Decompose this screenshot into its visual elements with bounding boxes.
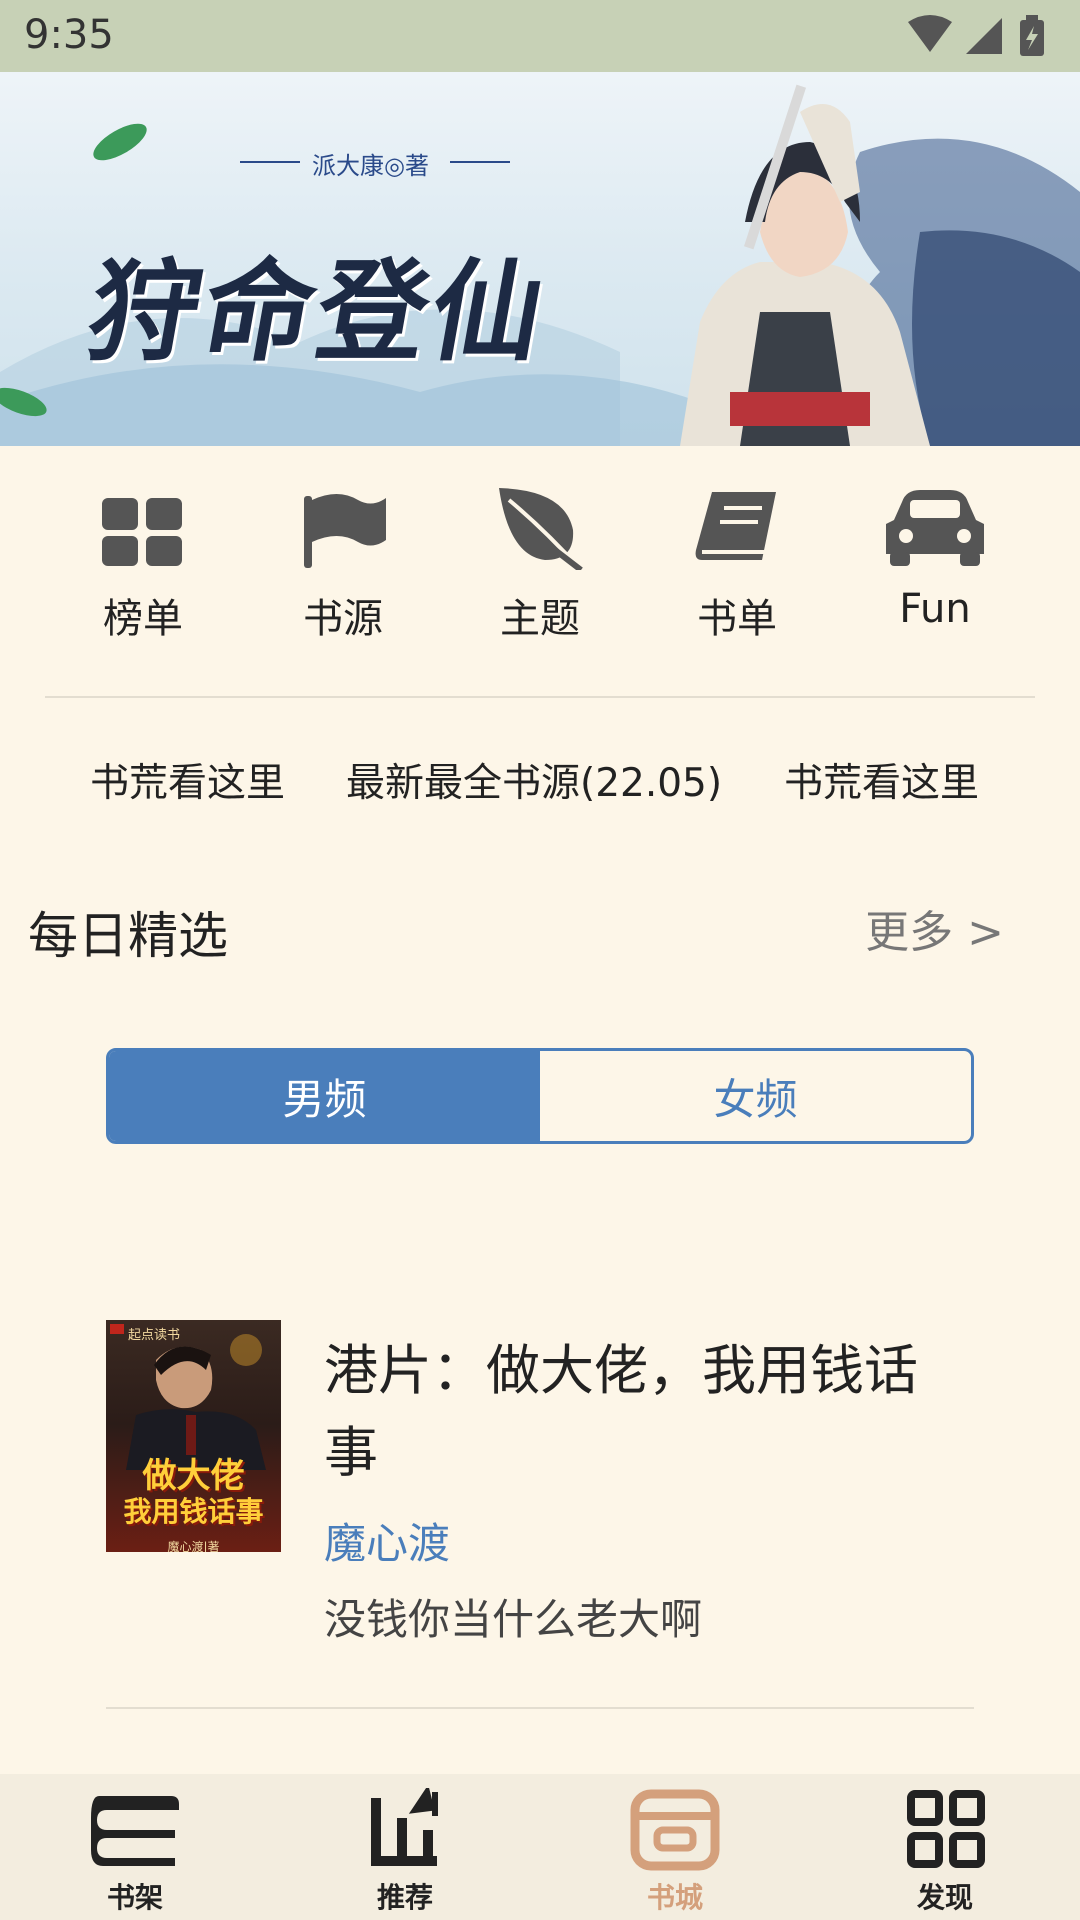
book-title[interactable]: 港片：做大佬，我用钱话事 [324,1330,944,1494]
status-time: 9:35 [24,12,114,58]
grid-icon [102,498,182,566]
store-icon [630,1789,720,1871]
wifi-icon [908,15,952,52]
signal-icon [966,18,1002,54]
book-cover[interactable]: 起点读书 做大佬 我用钱话事 魔心渡|著 [106,1320,281,1552]
divider [106,1707,974,1709]
section-title: 每日精选 [28,907,228,965]
banner-author: 派大康◎著 [312,152,429,180]
promo-banner[interactable]: 派大康◎著 狩命登仙 [0,72,1080,446]
source-link[interactable]: 最新最全书源(22.05) [346,752,722,808]
bottom-nav-label: 推荐 [376,1881,433,1914]
tab-female[interactable]: 女频 [540,1051,971,1141]
recommend-icon [371,1788,438,1866]
quick-nav: 榜单 书源 主题 书单 Fun [0,480,1080,660]
bookshelf-icon [91,1796,179,1866]
status-bar: 9:35 [0,0,1080,72]
car-icon [886,490,984,566]
status-icons [908,15,1044,56]
source-links: 书荒看这里 最新最全书源(22.05) 书荒看这里 [0,752,1080,812]
gender-tabs: 男频 女频 [106,1048,974,1144]
more-link[interactable]: 更多 > [865,896,1004,960]
book-description: 没钱你当什么老大啊 [324,1595,703,1644]
cover-author: 魔心渡|著 [167,1540,220,1552]
bottom-nav-store[interactable]: 书城 [575,1788,775,1918]
bottom-nav-label: 书城 [646,1881,703,1914]
book-author[interactable]: 魔心渡 [324,1510,450,1571]
quick-nav-ranking[interactable]: 榜单 [63,480,223,660]
book-list-item[interactable]: 起点读书 做大佬 我用钱话事 魔心渡|著 港片：做大佬，我用钱话事 魔心渡 没钱… [106,1320,974,1644]
quick-nav-source[interactable]: 书源 [263,480,423,660]
bottom-nav-label: 发现 [916,1881,973,1914]
quick-nav-label: 书源 [303,596,383,642]
bottom-nav-recommend[interactable]: 推荐 [305,1788,505,1918]
quick-nav-fun[interactable]: Fun [855,480,1015,660]
tab-male[interactable]: 男频 [109,1051,540,1141]
quick-nav-label: Fun [899,586,971,632]
cover-brand: 起点读书 [128,1328,181,1343]
source-link[interactable]: 书荒看这里 [90,752,285,808]
quick-nav-label: 书单 [697,596,777,642]
quick-nav-label: 主题 [500,596,580,642]
divider [45,696,1035,698]
cover-title-line: 我用钱话事 [123,1495,264,1528]
bottom-nav: 书架 推荐 书城 发现 [0,1774,1080,1920]
book-icon [695,492,776,560]
cover-title-line: 做大佬 [142,1456,245,1496]
flag-icon [304,494,386,568]
cover-title: 做大佬 我用钱话事 [106,1456,281,1528]
leaf-icon [499,488,583,570]
bottom-nav-discover[interactable]: 发现 [845,1788,1045,1918]
quick-nav-label: 榜单 [103,596,183,642]
quick-nav-booklist[interactable]: 书单 [657,480,817,660]
discover-icon [907,1790,985,1868]
quick-nav-theme[interactable]: 主题 [460,480,620,660]
bottom-nav-bookshelf[interactable]: 书架 [35,1788,235,1918]
source-link[interactable]: 书荒看这里 [784,752,979,808]
banner-title: 狩命登仙 [78,248,558,376]
bottom-nav-label: 书架 [106,1881,163,1914]
battery-icon [1020,15,1044,56]
